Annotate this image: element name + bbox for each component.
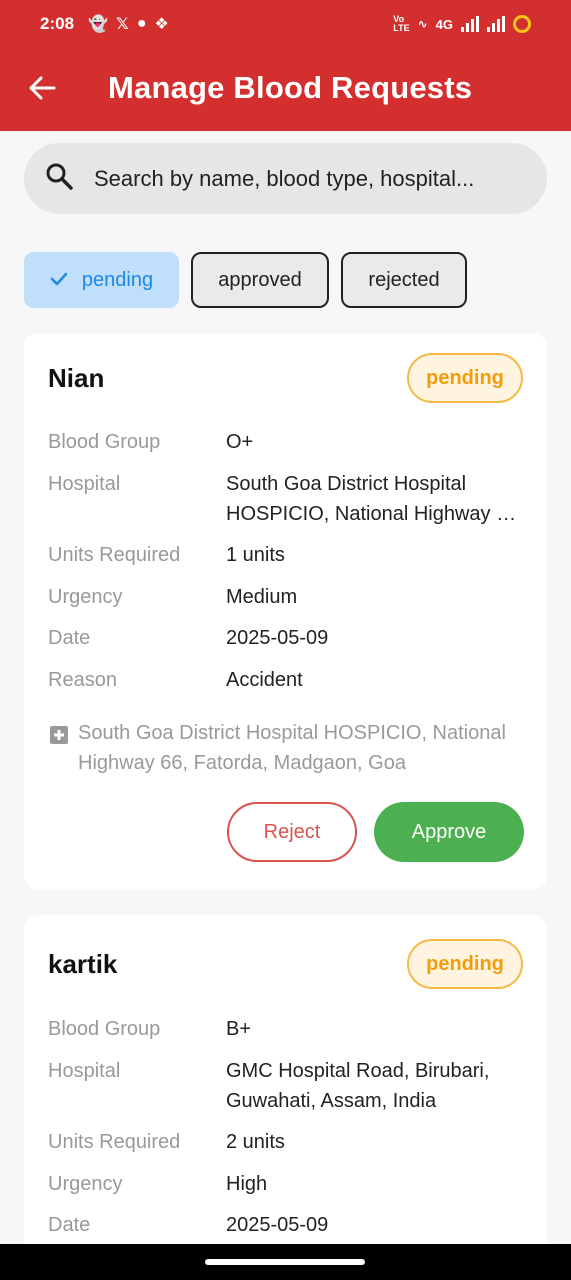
date-label: Date: [48, 627, 91, 649]
status-filter-chips: pending approved rejected: [24, 252, 467, 308]
check-icon: [50, 269, 68, 292]
app-bar: 2:08 👻 𝕏 ● ❖ Vo LTE ∿ 4G Manage Blood Req…: [0, 0, 571, 131]
status-badge: pending: [407, 939, 523, 989]
home-gesture-handle[interactable]: [205, 1259, 365, 1265]
urgency-value: High: [226, 1173, 268, 1195]
battery-icon: [513, 15, 531, 33]
reject-button[interactable]: Reject: [227, 802, 357, 862]
system-navigation-bar: [0, 1244, 571, 1280]
status-badge: pending: [407, 353, 523, 403]
date-value: 2025-05-09: [226, 627, 329, 649]
hospital-label: Hospital: [48, 473, 121, 495]
search-bar[interactable]: [24, 143, 547, 214]
blood-group-row: Blood Group O+: [48, 427, 528, 457]
filter-chip-label: rejected: [368, 268, 440, 291]
hospital-value: GMC Hospital Road, Birubari, Guwahati, A…: [226, 1060, 490, 1112]
hospital-row: Hospital GMC Hospital Road, Birubari, Gu…: [48, 1056, 528, 1116]
toolbar: Manage Blood Requests: [0, 56, 571, 122]
address-text: South Goa District Hospital HOSPICIO, Na…: [78, 722, 506, 774]
status-time: 2:08: [40, 14, 75, 33]
blood-group-label: Blood Group: [48, 431, 161, 453]
hospital-icon: [50, 723, 68, 753]
signal-icon-2: [487, 16, 505, 32]
signal-icon: [461, 16, 479, 32]
blood-group-value: B+: [226, 1018, 252, 1040]
filter-chip-label: pending: [81, 268, 154, 291]
snapchat-icon: 👻: [88, 16, 108, 33]
page-title: Manage Blood Requests: [108, 70, 473, 105]
units-value: 2 units: [226, 1131, 285, 1153]
search-icon: [24, 161, 74, 196]
date-row: Date 2025-05-09: [48, 623, 528, 653]
date-label: Date: [48, 1214, 91, 1236]
units-label: Units Required: [48, 544, 181, 566]
hotspot-icon: ❖: [154, 16, 169, 33]
date-value: 2025-05-09: [226, 1214, 329, 1236]
reason-value: Accident: [226, 669, 303, 691]
filter-chip-approved[interactable]: approved: [191, 252, 329, 308]
date-row: Date 2025-05-09: [48, 1210, 528, 1240]
urgency-value: Medium: [226, 586, 298, 608]
units-value: 1 units: [226, 544, 285, 566]
filter-chip-rejected[interactable]: rejected: [341, 252, 467, 308]
messenger-icon: ●: [136, 15, 147, 32]
approve-button[interactable]: Approve: [374, 802, 524, 862]
urgency-label: Urgency: [48, 586, 123, 608]
units-row: Units Required 2 units: [48, 1127, 528, 1157]
hospital-address: South Goa District Hospital HOSPICIO, Na…: [48, 718, 528, 778]
x-icon: 𝕏: [115, 16, 129, 33]
hospital-label: Hospital: [48, 1060, 121, 1082]
back-arrow-icon[interactable]: [26, 72, 58, 104]
hospital-value: South Goa District Hospital HOSPICIO, Na…: [226, 469, 526, 529]
search-input[interactable]: [94, 165, 534, 192]
wifi-icon: ∿: [417, 17, 428, 31]
blood-group-row: Blood Group B+: [48, 1014, 528, 1044]
reason-row: Reason Accident: [48, 665, 528, 695]
requester-name: kartik: [48, 949, 118, 979]
units-label: Units Required: [48, 1131, 181, 1153]
filter-chip-pending[interactable]: pending: [24, 252, 179, 308]
urgency-row: Urgency Medium: [48, 582, 528, 612]
blood-group-value: O+: [226, 431, 254, 453]
urgency-row: Urgency High: [48, 1169, 528, 1199]
volte-icon: Vo LTE: [393, 14, 410, 33]
urgency-label: Urgency: [48, 1173, 123, 1195]
units-row: Units Required 1 units: [48, 540, 528, 570]
filter-chip-label: approved: [218, 268, 302, 291]
hospital-row: Hospital South Goa District Hospital HOS…: [48, 469, 528, 529]
status-bar: 2:08 👻 𝕏 ● ❖ Vo LTE ∿ 4G: [0, 0, 571, 48]
request-card: Nian pending Blood Group O+ Hospital Sou…: [24, 333, 547, 890]
hospital-text: South Goa District Hospital HOSPICIO, Na…: [226, 473, 524, 525]
requester-name: Nian: [48, 363, 105, 393]
blood-group-label: Blood Group: [48, 1018, 161, 1040]
network-type: 4G: [435, 16, 453, 32]
reason-label: Reason: [48, 669, 117, 691]
request-card: kartik pending Blood Group B+ Hospital G…: [24, 915, 547, 1255]
